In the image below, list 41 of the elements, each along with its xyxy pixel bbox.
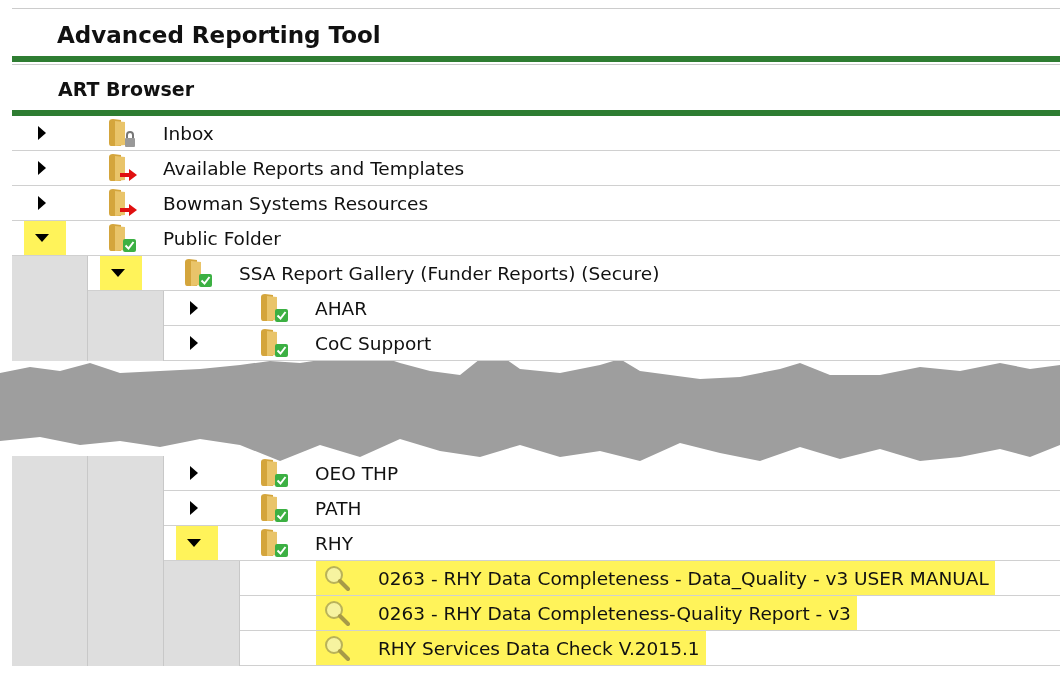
folder-name[interactable]: Inbox: [163, 122, 214, 144]
folder-name[interactable]: RHY: [315, 532, 354, 554]
folder-icon: [107, 188, 137, 218]
caret-right-icon: [38, 161, 46, 175]
folder-icon: [107, 118, 137, 148]
caret-down-icon: [111, 269, 125, 277]
collapse-toggle[interactable]: [24, 221, 66, 255]
folder-icon: [107, 223, 137, 253]
caret-right-icon: [190, 501, 198, 515]
caret-right-icon: [38, 126, 46, 140]
folder-icon: [259, 328, 289, 358]
folder-icon: [259, 493, 289, 523]
magnifier-icon: [324, 565, 350, 591]
magnifier-icon: [324, 635, 350, 661]
folder-icon: [259, 458, 289, 488]
caret-right-icon: [190, 301, 198, 315]
folder-name[interactable]: OEO THP: [315, 462, 399, 484]
caret-right-icon: [190, 336, 198, 350]
folder-name[interactable]: SSA Report Gallery (Funder Reports) (Secure): [239, 262, 660, 284]
report-link[interactable]: 0263 - RHY Data Completeness-Quality Report - v3: [316, 596, 857, 630]
caret-right-icon: [38, 196, 46, 210]
folder-icon: [183, 258, 213, 288]
app-title: Advanced Reporting Tool: [57, 21, 382, 50]
panel-title: ART Browser: [58, 77, 196, 102]
caret-right-icon: [190, 466, 198, 480]
magnifier-icon: [324, 600, 350, 626]
folder-name[interactable]: CoC Support: [315, 332, 432, 354]
report-link[interactable]: RHY Services Data Check V.2015.1: [316, 631, 706, 665]
folder-name[interactable]: Bowman Systems Resources: [163, 192, 429, 214]
caret-down-icon: [187, 539, 201, 547]
report-link[interactable]: 0263 - RHY Data Completeness - Data_Quality - v3 USER MANUAL: [316, 561, 995, 595]
folder-icon: [107, 153, 137, 183]
collapse-toggle[interactable]: [100, 256, 142, 290]
collapse-toggle[interactable]: [176, 526, 218, 560]
folder-icon: [259, 293, 289, 323]
caret-down-icon: [35, 234, 49, 242]
folder-icon: [259, 528, 289, 558]
folder-name[interactable]: Public Folder: [163, 227, 281, 249]
folder-name[interactable]: Available Reports and Templates: [163, 157, 465, 179]
folder-name[interactable]: AHAR: [315, 297, 368, 319]
folder-name[interactable]: PATH: [315, 497, 362, 519]
